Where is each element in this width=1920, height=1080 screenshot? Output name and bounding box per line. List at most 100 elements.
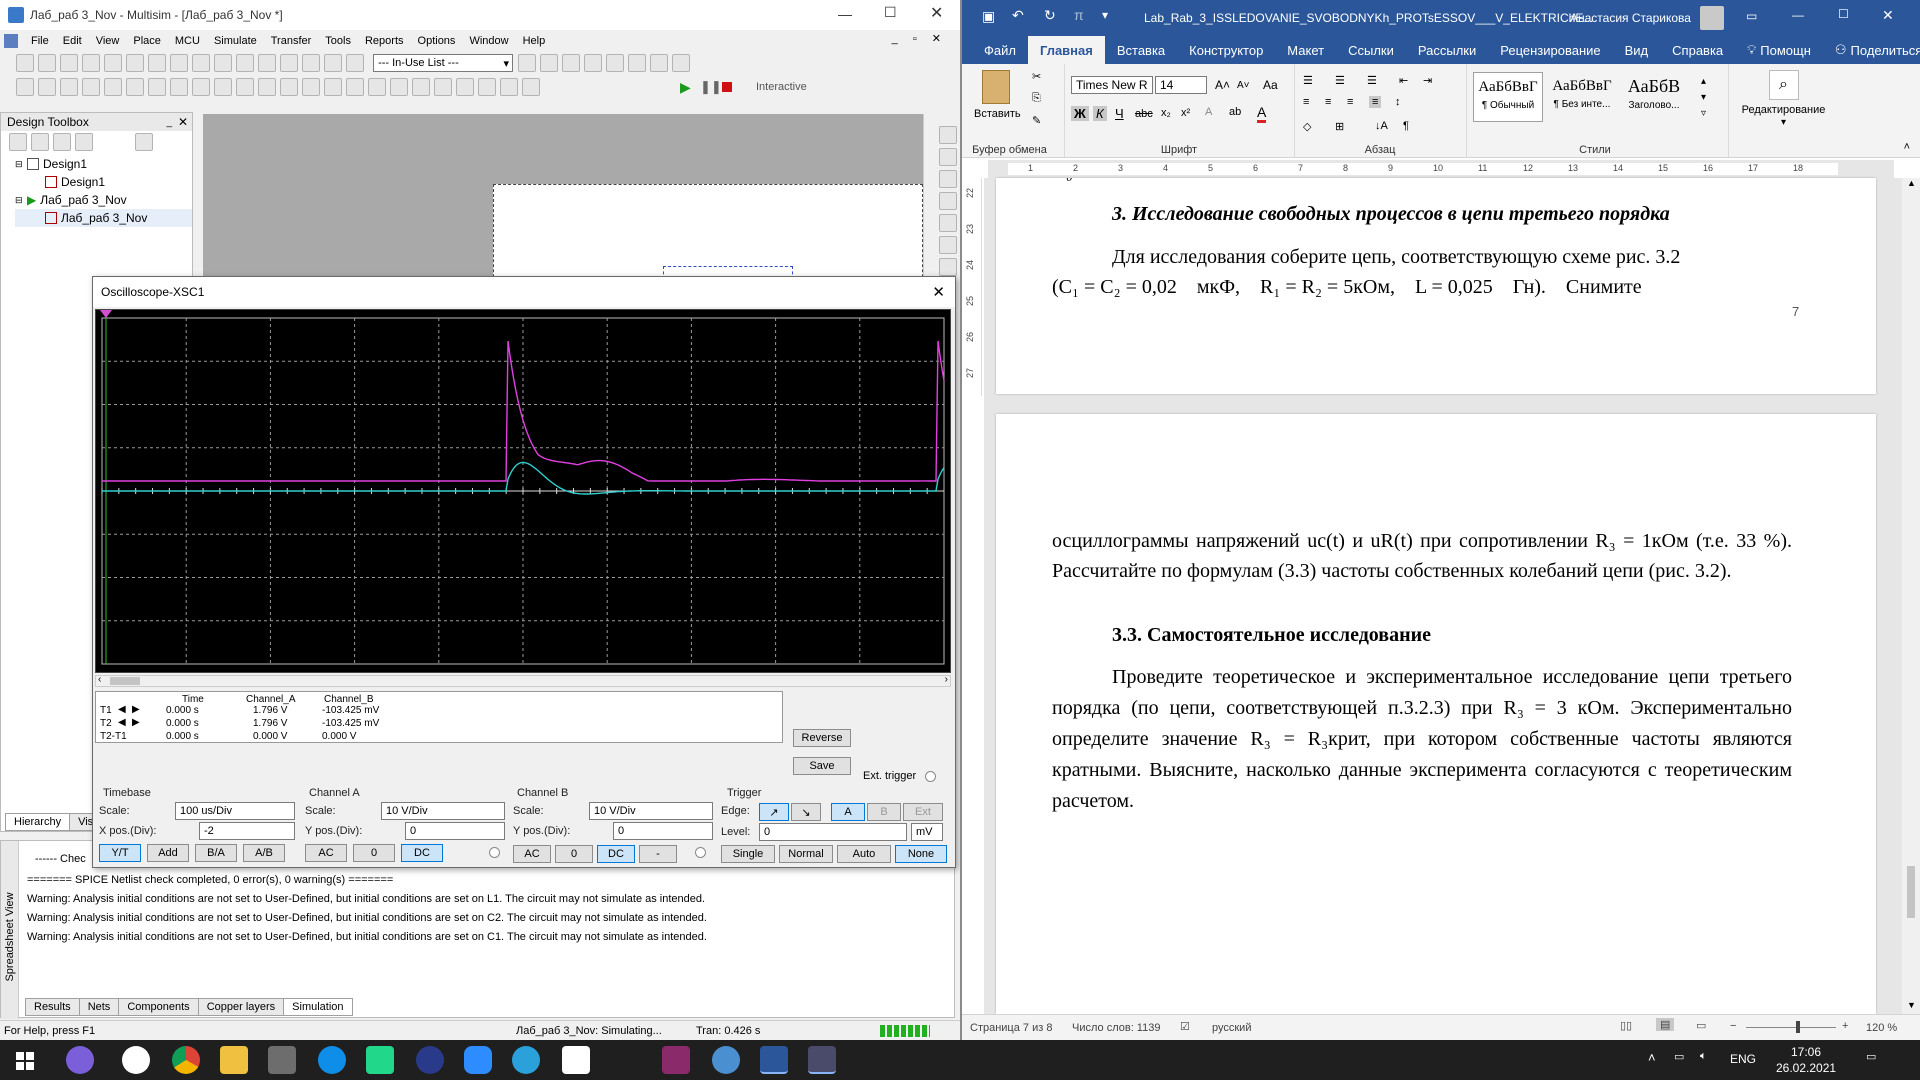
misc-digital-icon[interactable] bbox=[170, 78, 188, 96]
word-vscroll[interactable]: ▲ ▼ bbox=[1902, 178, 1920, 1014]
status-words[interactable]: Число слов: 1139 bbox=[1072, 1022, 1160, 1034]
spreadsheet-icon[interactable] bbox=[280, 54, 298, 72]
multimeter-icon[interactable] bbox=[939, 126, 957, 144]
redo-icon[interactable] bbox=[236, 54, 254, 72]
menu-edit[interactable]: Edit bbox=[56, 35, 89, 47]
tab-tell-me[interactable]: 💡︎ Помощн bbox=[1735, 36, 1823, 64]
grapher-icon[interactable] bbox=[258, 54, 276, 72]
zoom-slider-thumb[interactable] bbox=[1796, 1021, 1800, 1033]
change-case-icon[interactable]: Aa bbox=[1263, 78, 1278, 92]
copy-icon[interactable]: ⎘ bbox=[1032, 92, 1041, 105]
tray-chevron-icon[interactable]: ˄ bbox=[1648, 1050, 1656, 1065]
power-icon[interactable] bbox=[236, 78, 254, 96]
tray-language[interactable]: ENG bbox=[1730, 1052, 1756, 1066]
probe-voltage-icon[interactable] bbox=[434, 78, 452, 96]
misc-icon[interactable] bbox=[258, 78, 276, 96]
word-icon[interactable] bbox=[760, 1046, 788, 1074]
channel-a-zero-button[interactable]: 0 bbox=[353, 844, 395, 862]
cmos-icon[interactable] bbox=[148, 78, 166, 96]
line-spacing-icon[interactable]: ↕ bbox=[1395, 96, 1401, 108]
database-icon[interactable] bbox=[302, 54, 320, 72]
trigger-b-button[interactable]: B bbox=[867, 803, 901, 821]
channel-b-minus-button[interactable]: - bbox=[639, 845, 677, 863]
help-icon[interactable] bbox=[584, 54, 603, 72]
channel-b-scale-input[interactable]: 10 V/Div bbox=[589, 802, 713, 820]
scroll-thumb[interactable] bbox=[110, 677, 140, 685]
tab-insert[interactable]: Вставка bbox=[1105, 36, 1177, 64]
level-unit[interactable]: mV bbox=[911, 823, 943, 841]
menu-simulate[interactable]: Simulate bbox=[207, 35, 264, 47]
network-app-icon[interactable] bbox=[416, 1046, 444, 1074]
tray-time[interactable]: 17:06 bbox=[1776, 1045, 1836, 1059]
timebase-scale-input[interactable]: 100 us/Div bbox=[175, 802, 295, 820]
function-generator-icon[interactable] bbox=[939, 148, 957, 166]
shading-icon[interactable]: ◇ bbox=[1303, 120, 1311, 133]
channel-a-ac-button[interactable]: AC bbox=[305, 844, 347, 862]
shrink-font-icon[interactable]: A˅ bbox=[1237, 80, 1250, 91]
decrease-indent-icon[interactable]: ⇤ bbox=[1399, 74, 1408, 87]
superscript-icon[interactable]: x² bbox=[1181, 107, 1190, 119]
notifications-icon[interactable]: ▭ bbox=[1866, 1050, 1876, 1063]
numbering-icon[interactable]: ☰ bbox=[1335, 74, 1345, 87]
ribbon-display-icon[interactable]: ▭ bbox=[1746, 9, 1757, 23]
tab-mailings[interactable]: Рассылки bbox=[1406, 36, 1488, 64]
open-design-icon[interactable] bbox=[31, 133, 49, 151]
notepad-icon[interactable] bbox=[562, 1046, 590, 1074]
probe-diff-icon[interactable] bbox=[500, 78, 518, 96]
tray-date[interactable]: 26.02.2021 bbox=[1776, 1061, 1836, 1075]
increase-indent-icon[interactable]: ⇥ bbox=[1423, 74, 1432, 87]
x-pos-input[interactable]: -2 bbox=[199, 822, 295, 840]
scope-close-icon[interactable]: ✕ bbox=[932, 283, 945, 301]
channel-a-ypos-input[interactable]: 0 bbox=[405, 822, 505, 840]
ext-trigger-terminal[interactable] bbox=[925, 771, 936, 782]
channel-a-scale-input[interactable]: 10 V/Div bbox=[381, 802, 505, 820]
new-design-icon[interactable] bbox=[9, 133, 27, 151]
align-center-icon[interactable]: ≡ bbox=[1325, 96, 1331, 108]
channel-b-zero-button[interactable]: 0 bbox=[555, 845, 593, 863]
customize-icon[interactable]: ▾ bbox=[1102, 8, 1108, 22]
checkbox-icon[interactable] bbox=[27, 158, 39, 170]
bullets-icon[interactable]: ☰ bbox=[1303, 74, 1313, 87]
underline-icon[interactable]: Ч bbox=[1115, 106, 1124, 121]
tab-layout[interactable]: Макет bbox=[1275, 36, 1336, 64]
tab-references[interactable]: Ссылки bbox=[1336, 36, 1406, 64]
tab-results[interactable]: Results bbox=[25, 998, 80, 1016]
menu-reports[interactable]: Reports bbox=[358, 35, 411, 47]
close-design-icon[interactable] bbox=[75, 133, 93, 151]
align-left-icon[interactable]: ≡ bbox=[1303, 96, 1309, 108]
level-input[interactable]: 0 bbox=[759, 823, 907, 841]
font-name-input[interactable]: Times New R bbox=[1071, 76, 1153, 94]
minimize-icon[interactable]: — bbox=[1792, 8, 1804, 22]
borders-icon[interactable]: ⊞ bbox=[1335, 120, 1344, 133]
highlight-icon[interactable]: ab bbox=[1229, 106, 1241, 118]
telegram-icon[interactable] bbox=[512, 1046, 540, 1074]
maximize-icon[interactable]: ☐ bbox=[884, 4, 897, 21]
format-painter-icon[interactable]: ✎ bbox=[1032, 114, 1041, 127]
rising-edge-icon[interactable]: ↗ bbox=[759, 803, 789, 821]
chrome-icon[interactable] bbox=[172, 1046, 200, 1074]
falling-edge-icon[interactable]: ↘ bbox=[791, 803, 821, 821]
save-icon[interactable]: ▣ bbox=[982, 8, 995, 25]
cursor-left-icon[interactable]: ◀ bbox=[118, 704, 126, 715]
text-effects-icon[interactable]: A bbox=[1205, 106, 1212, 118]
paste-icon[interactable] bbox=[982, 70, 1010, 104]
undo-icon[interactable]: ↶ bbox=[1012, 7, 1024, 24]
auto-button[interactable]: Auto bbox=[837, 845, 891, 863]
menu-options[interactable]: Options bbox=[411, 35, 463, 47]
collapse-ribbon-icon[interactable]: ˄ bbox=[1904, 141, 1910, 153]
tab-file[interactable]: Файл bbox=[972, 36, 1028, 64]
font-color-icon[interactable]: A bbox=[1257, 104, 1267, 123]
align-right-icon[interactable]: ≡ bbox=[1347, 96, 1353, 108]
channel-b-dc-button[interactable]: DC bbox=[597, 845, 635, 863]
menu-window[interactable]: Window bbox=[462, 35, 515, 47]
menu-help[interactable]: Help bbox=[516, 35, 553, 47]
probe-icon[interactable] bbox=[518, 54, 537, 72]
style-heading[interactable]: АаБбВ Заголово... bbox=[1619, 72, 1689, 122]
ba-button[interactable]: B/A bbox=[195, 844, 237, 862]
run-analysis-icon[interactable] bbox=[540, 54, 559, 72]
style-no-spacing[interactable]: АаБбВвГ ¶ Без инте... bbox=[1547, 72, 1617, 122]
copy-icon[interactable] bbox=[170, 54, 188, 72]
rf-icon[interactable] bbox=[280, 78, 298, 96]
basic-icon[interactable] bbox=[38, 78, 56, 96]
tab-nets[interactable]: Nets bbox=[78, 998, 120, 1016]
